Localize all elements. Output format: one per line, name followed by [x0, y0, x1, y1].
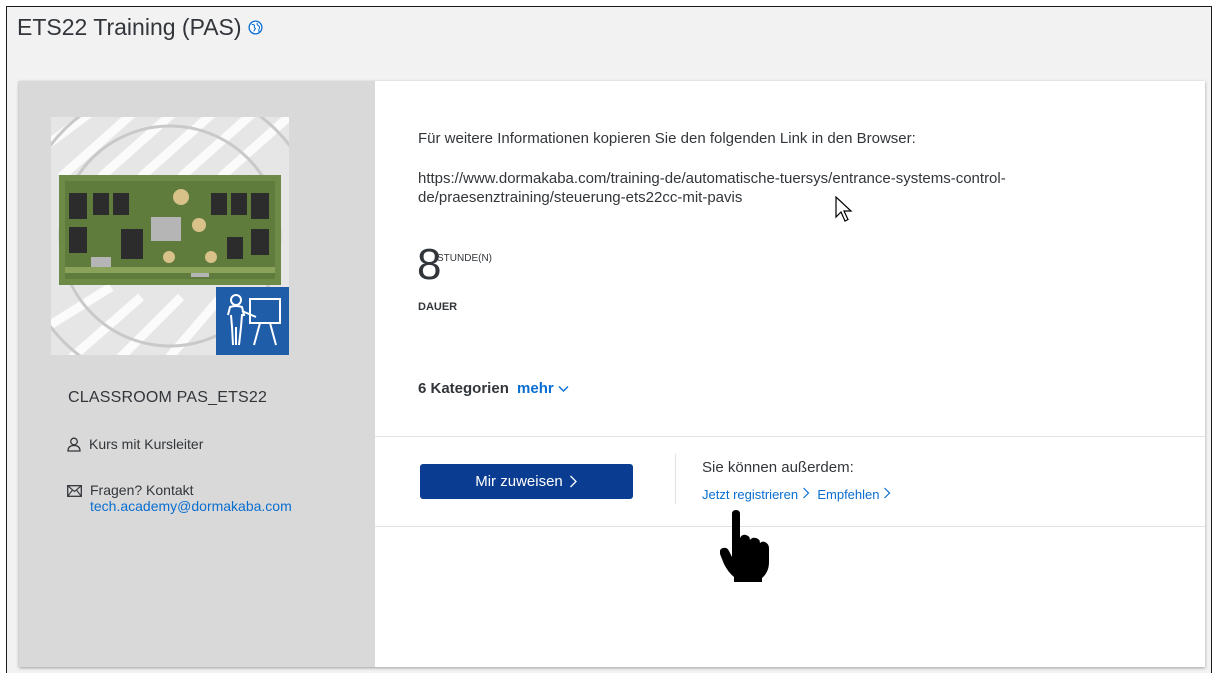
- info-text: Für weitere Informationen kopieren Sie d…: [418, 130, 916, 147]
- course-card: CLASSROOM PAS_ETS22 Kurs mit Kursleiter …: [19, 81, 1205, 667]
- app-frame: ETS22 Training (PAS) CLASSROOM PAS_ETS22…: [6, 6, 1212, 673]
- more-categories-toggle[interactable]: mehr: [517, 380, 569, 397]
- globe-icon: [248, 19, 263, 35]
- chevron-right-icon: [884, 487, 891, 499]
- page-title: ETS22 Training (PAS): [17, 13, 242, 40]
- assign-label: Mir zuweisen: [475, 473, 563, 490]
- chevron-right-icon: [802, 487, 810, 499]
- mail-icon: [67, 485, 82, 497]
- also-links: Jetzt registrieren Empfehlen: [702, 487, 891, 502]
- more-label: mehr: [517, 380, 554, 397]
- register-label: Jetzt registrieren: [702, 487, 799, 502]
- course-type-label: Kurs mit Kursleiter: [89, 436, 204, 452]
- duration-value: 8: [417, 240, 442, 289]
- actions-divider-top: [375, 436, 1205, 437]
- also-label: Sie können außerdem:: [702, 459, 854, 476]
- contact-label: Fragen? Kontakt: [90, 482, 194, 498]
- course-details: Für weitere Informationen kopieren Sie d…: [375, 81, 1205, 667]
- recommend-link[interactable]: Empfehlen: [817, 487, 891, 502]
- duration-unit: STUNDE(N): [437, 253, 492, 264]
- course-type-row: Kurs mit Kursleiter: [67, 436, 203, 452]
- actions-divider-bottom: [375, 526, 1205, 527]
- actions-separator: [675, 454, 676, 504]
- course-thumbnail: [51, 117, 289, 355]
- classroom-badge: [216, 287, 289, 355]
- register-link[interactable]: Jetzt registrieren: [702, 487, 810, 502]
- hand-cursor-icon: [720, 510, 769, 582]
- mouse-pointer-icon: [835, 196, 853, 222]
- instructor-icon: [227, 294, 281, 346]
- contact-email-link[interactable]: tech.academy@dormakaba.com: [90, 498, 292, 514]
- chevron-right-icon: [569, 475, 577, 488]
- link-line-2: de/praesenztraining/steuerung-ets22cc-mi…: [418, 189, 743, 206]
- contact-row: Fragen? Kontakt tech.academy@dormakaba.c…: [67, 482, 292, 514]
- categories-label: 6 Kategorien: [418, 380, 509, 397]
- assign-to-me-button[interactable]: Mir zuweisen: [420, 464, 633, 499]
- person-icon: [67, 437, 81, 452]
- categories-row: 6 Kategorien mehr: [418, 380, 569, 397]
- duration-label: DAUER: [418, 301, 458, 313]
- course-id: CLASSROOM PAS_ETS22: [68, 389, 268, 406]
- course-sidebar: CLASSROOM PAS_ETS22 Kurs mit Kursleiter …: [19, 81, 375, 667]
- link-line-1: https://www.dormakaba.com/training-de/au…: [418, 170, 1006, 187]
- info-link-text: https://www.dormakaba.com/training-de/au…: [418, 169, 1158, 207]
- chevron-down-icon: [558, 386, 569, 392]
- recommend-label: Empfehlen: [817, 487, 880, 502]
- page-header: ETS22 Training (PAS): [7, 7, 1211, 47]
